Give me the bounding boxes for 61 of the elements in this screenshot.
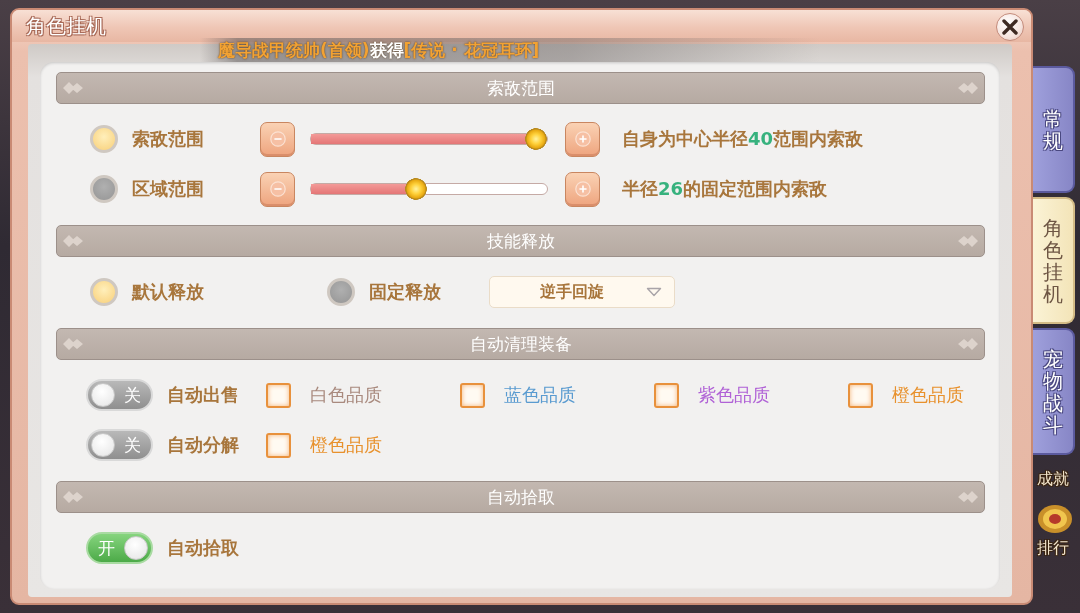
minus-icon (269, 131, 286, 147)
close-icon (1002, 19, 1018, 35)
option-label: 固定释放 (369, 280, 441, 304)
radio-button[interactable] (90, 125, 118, 153)
ornament-icon (958, 491, 978, 503)
quality-label: 蓝色品质 (504, 383, 576, 407)
skill-dropdown[interactable]: 逆手回旋 (489, 276, 675, 308)
checkbox[interactable] (848, 382, 873, 408)
ornament-icon (63, 338, 83, 350)
quality-label: 橙色品质 (310, 433, 382, 457)
radio-button[interactable] (90, 278, 118, 306)
option-label: 区域范围 (132, 177, 204, 201)
caret-icon (646, 287, 662, 297)
knob-icon (91, 433, 115, 457)
ornament-icon (63, 235, 83, 247)
radio-button[interactable] (327, 278, 355, 306)
checkbox[interactable] (266, 382, 291, 408)
section-title: 自动拾取 (486, 485, 555, 509)
option-label: 默认释放 (132, 280, 204, 304)
close-button[interactable] (996, 13, 1024, 41)
plus-icon (574, 181, 591, 197)
broadcast-message: 魔导战甲统帅(首领)获得[传说 · 花冠耳环] (218, 38, 540, 62)
range-description: 半径26的固定范围内索敌 (622, 177, 828, 201)
quality-label: 橙色品质 (892, 383, 964, 407)
section-title: 索敌范围 (486, 76, 555, 100)
radio-button[interactable] (90, 175, 118, 203)
side-tab[interactable]: 角色挂机 (1033, 197, 1075, 324)
medal-icon (1037, 504, 1073, 534)
decrease-button[interactable] (260, 121, 295, 157)
section-title: 自动清理装备 (469, 332, 572, 356)
plus-icon (574, 131, 591, 147)
side-tab[interactable]: 宠物战斗 (1033, 328, 1075, 455)
option-label: 自动出售 (167, 383, 239, 407)
minus-icon (269, 181, 286, 197)
option-label: 自动拾取 (167, 536, 239, 560)
toggle-switch[interactable]: 关 (86, 429, 153, 461)
option-label: 自动分解 (167, 433, 239, 457)
game-menu-label[interactable]: 成就 (1037, 469, 1069, 490)
quality-label: 紫色品质 (698, 383, 770, 407)
checkbox[interactable] (460, 382, 485, 408)
decrease-button[interactable] (260, 171, 295, 207)
game-menu-label[interactable]: 排行 (1037, 538, 1069, 559)
toggle-switch[interactable]: 关 (86, 379, 153, 411)
section-title: 技能释放 (486, 229, 555, 253)
toggle-switch[interactable]: 开 (86, 532, 153, 564)
knob-icon (124, 536, 148, 560)
ornament-icon (958, 338, 978, 350)
ornament-icon (958, 82, 978, 94)
side-tab[interactable]: 常规 (1033, 66, 1075, 193)
quality-label: 白色品质 (310, 383, 382, 407)
increase-button[interactable] (565, 171, 600, 207)
checkbox[interactable] (654, 382, 679, 408)
ornament-icon (63, 82, 83, 94)
ornament-icon (63, 491, 83, 503)
option-label: 索敌范围 (132, 127, 204, 151)
ornament-icon (958, 235, 978, 247)
checkbox[interactable] (266, 432, 291, 458)
window-title: 角色挂机 (26, 12, 106, 40)
knob-icon (91, 383, 115, 407)
increase-button[interactable] (565, 121, 600, 157)
range-description: 自身为中心半径40范围内索敌 (622, 127, 864, 151)
